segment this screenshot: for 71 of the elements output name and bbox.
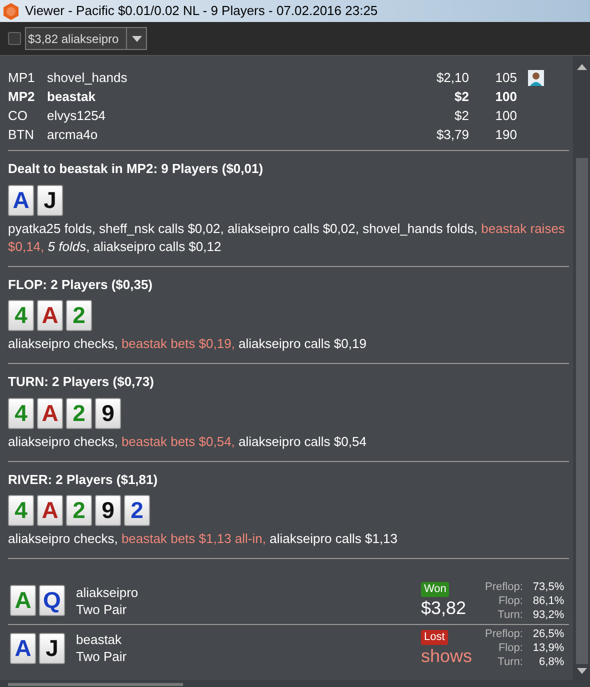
horizontal-scrollbar[interactable] [0, 680, 590, 687]
action-log: pyatka25 folds, sheff_nsk calls $0,02, aliakseipro calls $0,02, shovel_hands folds, beastak raises $0,14, 5 folds, aliakseipro calls $0,12 [8, 220, 566, 256]
big-blinds: 100 [494, 88, 517, 106]
playing-card: J [39, 632, 65, 664]
hand-rank: Two Pair [76, 600, 128, 618]
checkbox[interactable] [8, 32, 21, 45]
equity-value: 26,5% [532, 627, 564, 641]
player-name: beastak [76, 631, 123, 648]
playing-card: A [37, 300, 63, 331]
playing-card: 4 [8, 495, 34, 526]
street-heading: RIVER: 2 Players ($1,81) [8, 470, 159, 489]
scroll-down-icon[interactable] [576, 668, 586, 674]
result-badge: Won [421, 582, 450, 597]
playing-card: A [37, 398, 63, 428]
playing-card: 9 [95, 398, 121, 428]
big-blinds: 190 [494, 126, 517, 144]
equity-value: 93,2% [532, 608, 564, 622]
street-heading: Dealt to beastak in MP2: 9 Players ($0,01) [8, 160, 264, 178]
playing-card: 2 [66, 495, 92, 526]
equity-label: Turn: [496, 608, 523, 622]
seat-position: BTN [8, 126, 35, 144]
stack-amount: $2 [454, 106, 469, 125]
player-name: beastak [47, 88, 96, 106]
playing-card: A [37, 495, 63, 526]
stack-amount: $2,10 [435, 68, 469, 87]
player-dropdown[interactable]: $3,82 aliakseipro [25, 27, 147, 50]
result-badge: Lost [421, 630, 448, 644]
street-heading: TURN: 2 Players ($0,73) [8, 373, 155, 391]
big-blinds: 100 [494, 106, 517, 125]
seat-position: MP1 [8, 68, 36, 87]
playing-card: 2 [66, 300, 92, 331]
scroll-up-icon[interactable] [576, 64, 586, 70]
playing-card: 9 [95, 495, 121, 526]
player-name: shovel_hands [47, 68, 128, 87]
equity-value: 13,9% [532, 641, 564, 655]
playing-card: A [10, 632, 36, 664]
playing-card: Q [39, 585, 65, 616]
action-log: aliakseipro checks, beastak bets $0,19, aliakseipro calls $0,19 [8, 335, 368, 353]
result-amount: $3,82 [421, 597, 466, 619]
caret-icon [132, 36, 142, 42]
playing-card: 4 [8, 398, 34, 428]
equity-label: Preflop: [485, 627, 523, 641]
playing-card: J [37, 184, 63, 216]
window-title: Viewer - Pacific $0.01/0.02 NL - 9 Players - 07.02.2016 23:25 [25, 2, 378, 20]
player-name: aliakseipro [76, 584, 140, 600]
playing-card: 2 [124, 495, 150, 526]
player-name: elvys1254 [47, 106, 107, 125]
playing-card: 2 [66, 398, 92, 428]
result-amount: shows [421, 644, 472, 666]
seat-position: MP2 [8, 88, 36, 106]
playing-card: A [10, 585, 36, 616]
equity-label: Preflop: [485, 580, 523, 594]
stack-amount: $2 [454, 88, 469, 106]
big-blinds: 105 [494, 68, 517, 87]
seat-position: CO [8, 106, 28, 125]
equity-label: Turn: [496, 655, 523, 669]
app-logo-icon [3, 2, 19, 20]
scrollbar[interactable] [573, 56, 590, 680]
playing-card: A [8, 184, 34, 216]
hand-rank: Two Pair [76, 648, 128, 665]
equity-value: 73,5% [532, 580, 564, 594]
action-log: aliakseipro checks, beastak bets $1,13 all-in, aliakseipro calls $1,13 [8, 530, 399, 548]
playing-card: 4 [8, 300, 34, 331]
equity-value: 6,8% [538, 655, 564, 669]
equity-label: Flop: [497, 594, 523, 608]
action-log: aliakseipro checks, beastak bets $0,54, aliakseipro calls $0,54 [8, 432, 368, 450]
player-name: arcma4o [47, 126, 99, 144]
street-heading: FLOP: 2 Players ($0,35) [8, 276, 154, 294]
equity-value: 86,1% [532, 594, 564, 608]
equity-label: Flop: [497, 641, 523, 655]
stack-amount: $3,79 [435, 126, 469, 144]
